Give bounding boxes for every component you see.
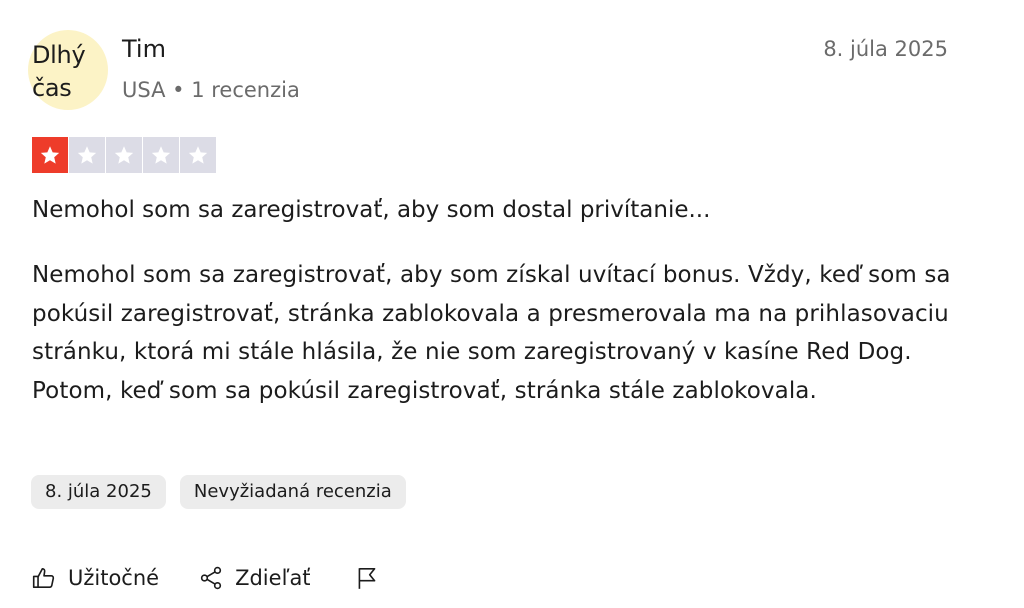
flag-icon (353, 564, 381, 592)
reviewer-meta: USA • 1 recenzia (122, 78, 300, 102)
report-button[interactable] (353, 564, 381, 592)
review-title[interactable]: Nemohol som sa zaregistrovať, aby som do… (32, 193, 710, 227)
star-empty-icon (143, 137, 179, 173)
star-empty-icon (106, 137, 142, 173)
star-filled-icon (32, 137, 68, 173)
reviewer-name[interactable]: Tim (122, 34, 166, 64)
share-icon (197, 564, 225, 592)
review-card: Dlhý čas Tim USA • 1 recenzia 8. júla 20… (0, 0, 1024, 608)
share-label: Zdieľať (235, 566, 311, 590)
review-chips: 8. júla 2025 Nevyžiadaná recenzia (31, 475, 406, 509)
thumbs-up-icon (30, 564, 58, 592)
review-date: 8. júla 2025 (823, 37, 948, 61)
star-empty-icon (180, 137, 216, 173)
helpful-button[interactable]: Užitočné (30, 564, 159, 592)
helpful-label: Užitočné (68, 566, 160, 590)
review-actions: Užitočné Zdieľať (30, 561, 381, 595)
date-chip: 8. júla 2025 (31, 475, 166, 509)
avatar[interactable]: Dlhý čas (28, 30, 108, 110)
star-rating (32, 137, 216, 173)
review-body: Nemohol som sa zaregistrovať, aby som zí… (32, 262, 951, 404)
avatar-text: Dlhý čas (32, 41, 86, 102)
star-empty-icon (69, 137, 105, 173)
review-type-chip[interactable]: Nevyžiadaná recenzia (179, 475, 406, 509)
share-button[interactable]: Zdieľať (197, 564, 311, 592)
